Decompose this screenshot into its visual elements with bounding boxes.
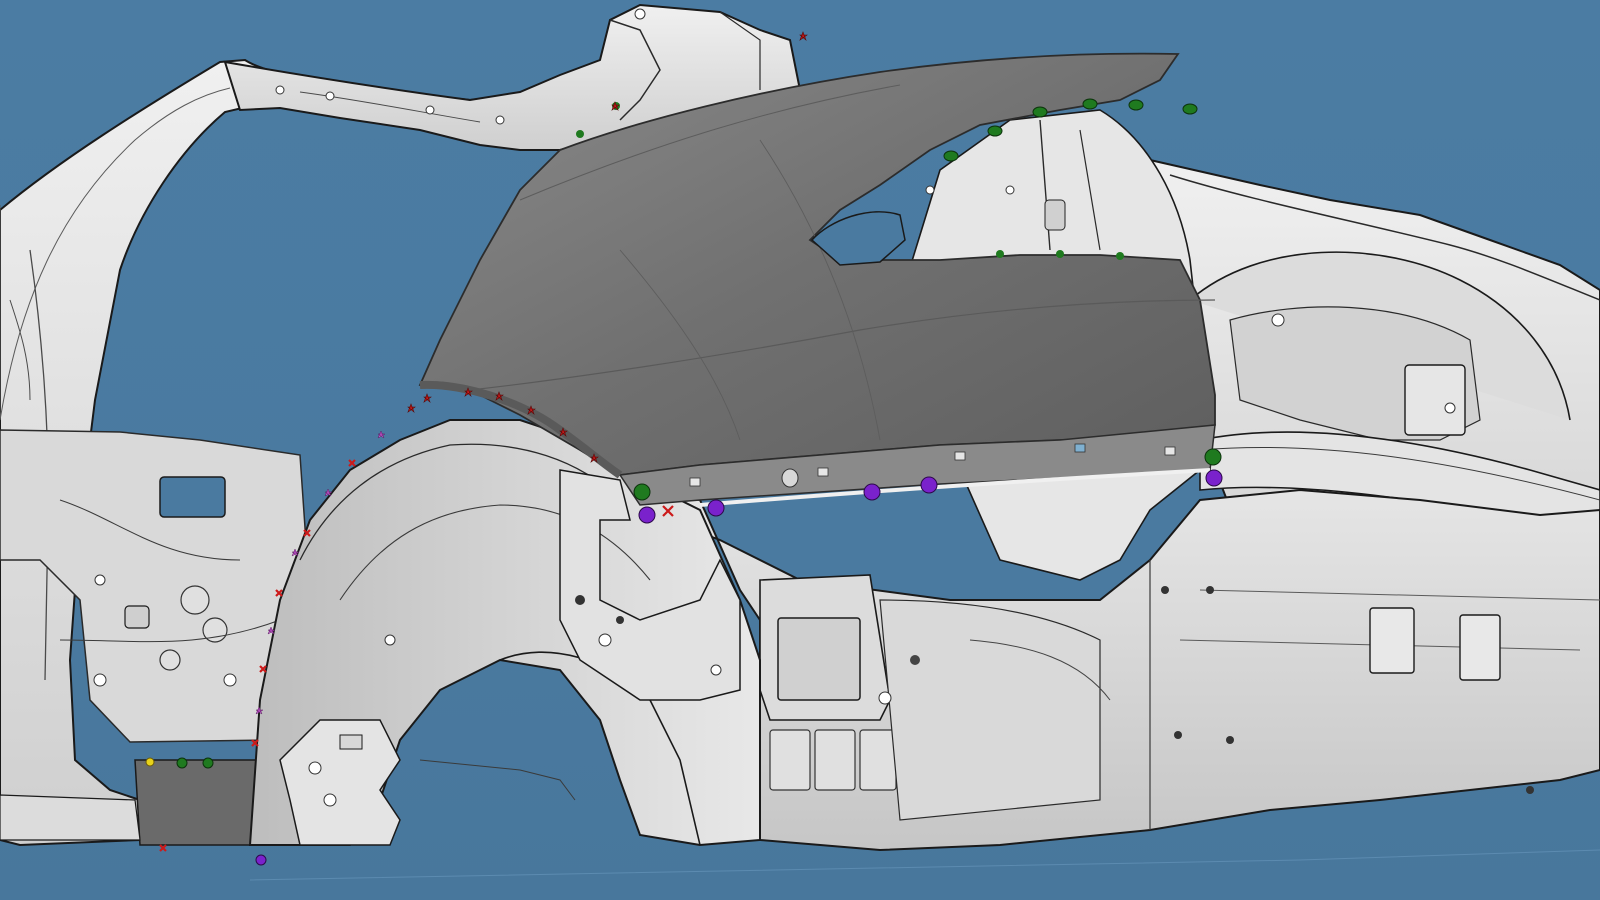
ground-reflection [249,849,1600,881]
cad-viewport[interactable] [0,0,1600,900]
part-stamp-label [416,772,464,786]
vehicle-body-structure-model[interactable] [0,0,1600,900]
yellow-marker [145,757,155,767]
